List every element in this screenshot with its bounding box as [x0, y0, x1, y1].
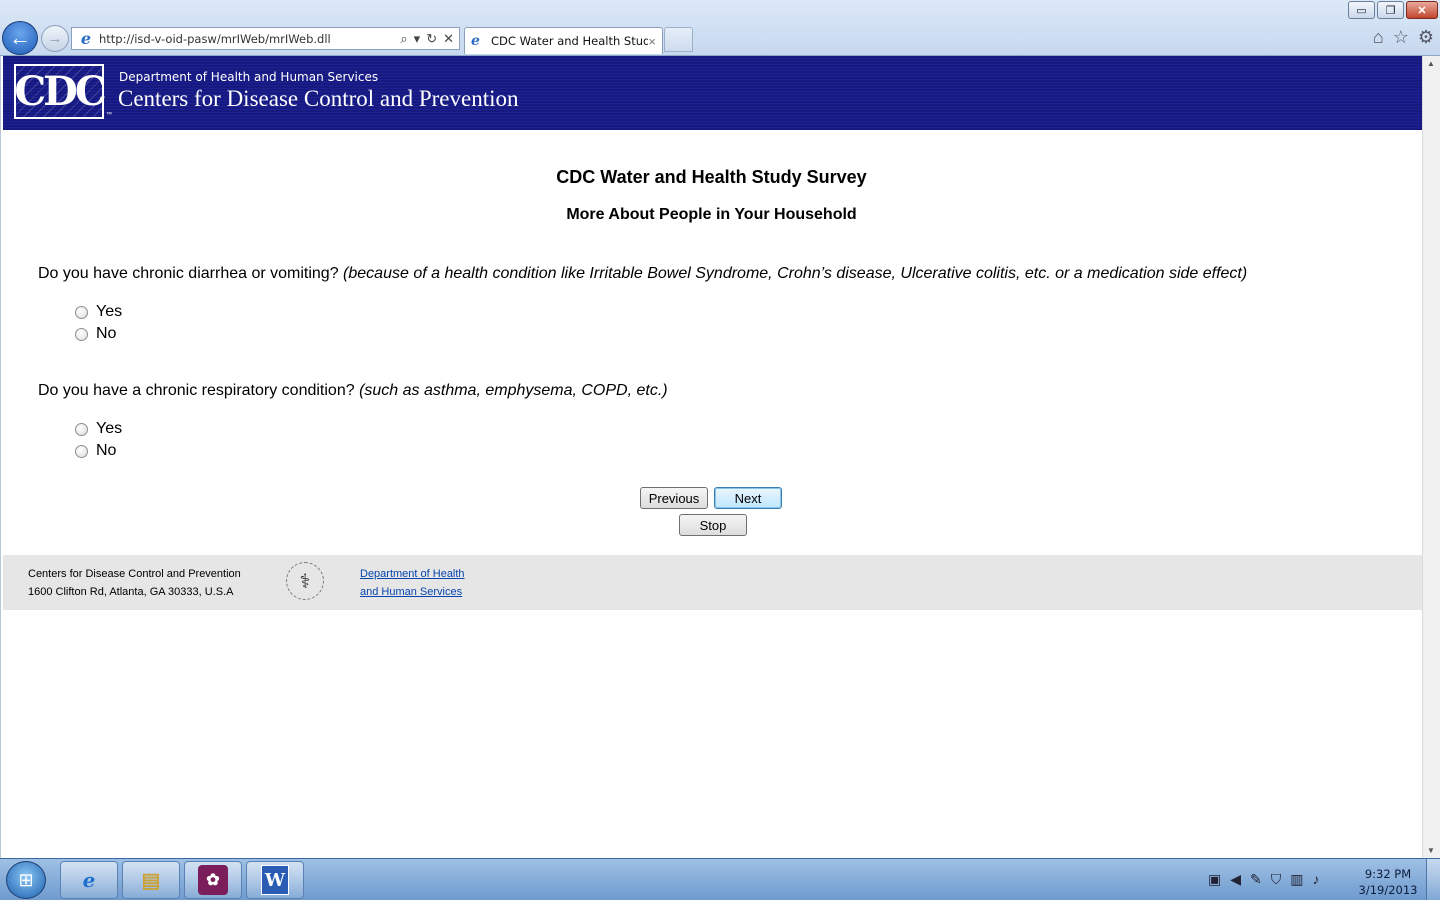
q1-option-no[interactable]: No [75, 325, 116, 343]
windows-taskbar: ⊞ e ▤ ✿ W ▣ ◀ ✎ ⛉ ▥ ♪ 9:32 PM 3/19/2013 [0, 858, 1440, 900]
restore-button[interactable]: ❐ [1377, 1, 1404, 19]
home-icon[interactable]: ⌂ [1373, 27, 1384, 48]
hhs-link-line1[interactable]: Department of Health [360, 568, 465, 580]
radio-button[interactable] [75, 305, 88, 319]
vertical-scrollbar[interactable]: ▲ ▼ [1422, 56, 1440, 858]
favorites-star-icon[interactable]: ☆ [1393, 27, 1409, 48]
tab-close-icon[interactable]: × [648, 34, 662, 49]
question-chronic-diarrhea: Do you have chronic diarrhea or vomiting… [38, 265, 1247, 283]
tray-volume-icon[interactable]: ♪ [1312, 871, 1319, 888]
radio-button[interactable] [75, 422, 88, 436]
hhs-eagle-logo-icon: ⚕ [286, 562, 324, 600]
survey-subtitle: More About People in Your Household [566, 206, 857, 223]
question-respiratory-condition: Do you have a chronic respiratory condit… [38, 382, 668, 400]
dropdown-icon[interactable]: ▾ [414, 31, 421, 47]
option-label: No [96, 442, 117, 459]
search-icon[interactable]: ⌕ [400, 31, 407, 47]
previous-button[interactable]: Previous [640, 487, 708, 509]
footer-address-line1: Centers for Disease Control and Preventi… [28, 568, 241, 580]
folder-icon: ▤ [141, 869, 161, 892]
tray-shield-icon[interactable]: ⛉ [1271, 871, 1282, 888]
agency-name: Centers for Disease Control and Preventi… [118, 86, 519, 111]
radio-button[interactable] [75, 327, 88, 341]
q2-option-no[interactable]: No [75, 442, 116, 460]
survey-title: CDC Water and Health Study Survey [556, 167, 867, 187]
tray-sound-alert-icon[interactable]: ◀ [1230, 871, 1241, 888]
gear-icon[interactable]: ⚙ [1418, 27, 1434, 48]
clock-date: 3/19/2013 [1358, 883, 1418, 897]
ie-page-icon: e [80, 29, 92, 48]
arrow-right-icon: → [47, 30, 63, 47]
taskbar-file-explorer[interactable]: ▤ [122, 861, 180, 899]
hhs-link-line2[interactable]: and Human Services [360, 586, 462, 598]
tab-title: CDC Water and Health Study [491, 34, 649, 48]
tray-tool-icon[interactable]: ✎ [1250, 871, 1262, 888]
trademark-mark: ™ [106, 112, 112, 118]
scroll-up-icon[interactable]: ▲ [1427, 59, 1435, 68]
q1-option-yes[interactable]: Yes [75, 303, 122, 321]
question-hint: (because of a health condition like Irri… [343, 265, 1248, 282]
taskbar-internet-explorer[interactable]: e [60, 861, 118, 899]
tab-cdc-survey[interactable]: e CDC Water and Health Study × [464, 27, 663, 54]
stop-button[interactable]: Stop [679, 514, 747, 536]
window-controls: ▭ ❐ ✕ [1348, 1, 1438, 19]
tray-network-icon[interactable]: ▥ [1290, 871, 1303, 888]
start-button[interactable]: ⊞ [6, 861, 46, 899]
back-button[interactable]: ← [2, 21, 38, 55]
ie-icon: e [82, 868, 96, 892]
next-button[interactable]: Next [714, 487, 782, 509]
question-text: Do you have a chronic respiratory condit… [38, 382, 360, 399]
address-url[interactable]: http://isd-v-oid-pasw/mrIWeb/mrIWeb.dll [99, 32, 400, 46]
question-text: Do you have chronic diarrhea or vomiting… [38, 265, 344, 282]
system-clock[interactable]: 9:32 PM 3/19/2013 [1356, 866, 1420, 898]
system-tray: ▣ ◀ ✎ ⛉ ▥ ♪ [1208, 871, 1319, 888]
ie-tab-icon: e [471, 33, 480, 49]
page-footer: Centers for Disease Control and Preventi… [3, 555, 1422, 610]
browser-chrome: ▭ ❐ ✕ ← → e http://isd-v-oid-pasw/mrIWeb… [0, 0, 1440, 56]
refresh-icon[interactable]: ↻ [426, 31, 437, 47]
tray-app-icon[interactable]: ▣ [1208, 871, 1221, 888]
windows-logo-icon: ⊞ [18, 869, 34, 890]
scroll-down-icon[interactable]: ▼ [1427, 846, 1435, 855]
cdc-logo[interactable]: CDC [14, 64, 107, 119]
stop-icon[interactable]: ✕ [443, 31, 454, 47]
radio-button[interactable] [75, 444, 88, 458]
taskbar-word[interactable]: W [246, 861, 304, 899]
new-tab-button[interactable] [664, 27, 693, 52]
question-hint: (such as asthma, emphysema, COPD, etc.) [359, 382, 668, 399]
app-icon: ✿ [198, 865, 228, 895]
address-bar[interactable]: e http://isd-v-oid-pasw/mrIWeb/mrIWeb.dl… [71, 27, 460, 50]
q2-option-yes[interactable]: Yes [75, 420, 122, 438]
forward-button[interactable]: → [41, 25, 69, 52]
option-label: Yes [96, 303, 123, 320]
show-desktop-button[interactable] [1426, 859, 1440, 900]
arrow-left-icon: ← [9, 25, 31, 50]
minimize-button[interactable]: ▭ [1348, 1, 1375, 19]
option-label: No [96, 325, 117, 342]
footer-address-line2: 1600 Clifton Rd, Atlanta, GA 30333, U.S.… [28, 586, 234, 598]
word-icon: W [261, 865, 289, 895]
taskbar-app[interactable]: ✿ [184, 861, 242, 899]
department-name: Department of Health and Human Services [119, 70, 379, 84]
cdc-header-banner: CDC ™ Department of Health and Human Ser… [3, 56, 1422, 130]
clock-time: 9:32 PM [1364, 867, 1412, 881]
option-label: Yes [96, 420, 123, 437]
page-viewport: CDC ™ Department of Health and Human Ser… [0, 56, 1440, 858]
close-window-button[interactable]: ✕ [1406, 1, 1438, 19]
